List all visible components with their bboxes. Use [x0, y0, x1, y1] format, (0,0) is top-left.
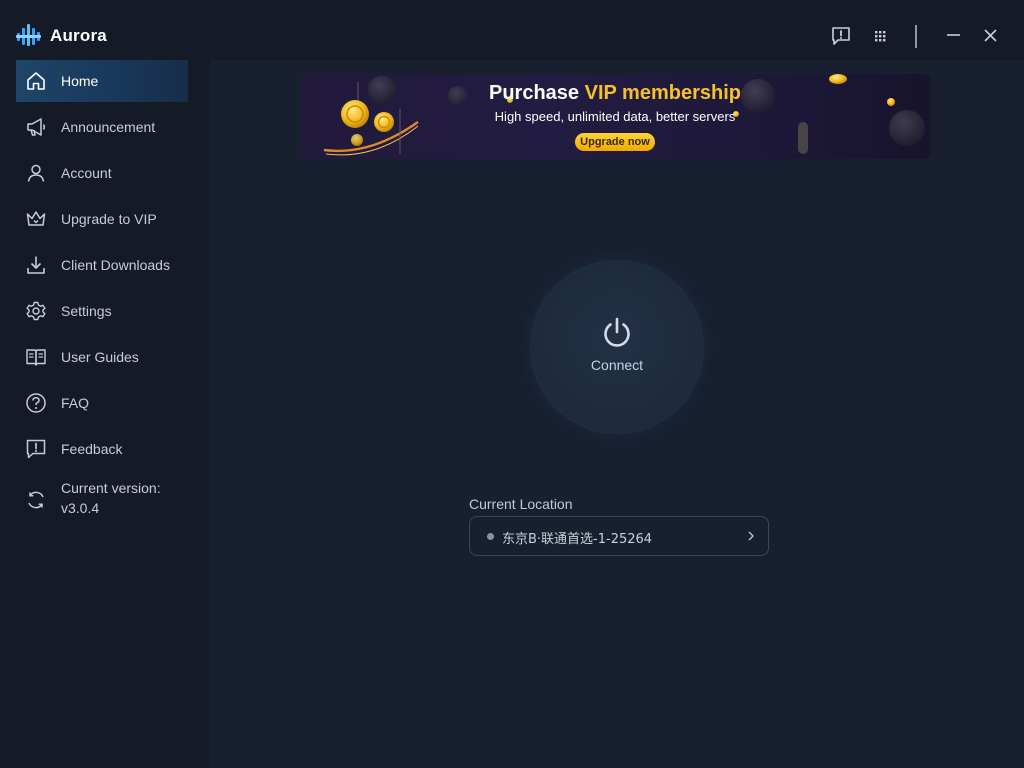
sidebar-item-home[interactable]: Home: [16, 60, 188, 102]
app-title: Aurora: [50, 26, 107, 45]
location-status-dot: [487, 533, 494, 540]
sidebar-item-account[interactable]: Account: [16, 152, 188, 194]
user-icon: [27, 164, 45, 182]
sidebar-item-user-guides[interactable]: User Guides: [16, 336, 188, 378]
version-info: Current version: v3.0.4: [16, 478, 188, 522]
home-icon: [27, 72, 45, 90]
sidebar-item-label: Upgrade to VIP: [61, 211, 157, 227]
download-icon: [27, 256, 45, 274]
sidebar-item-label: User Guides: [61, 349, 139, 365]
chevron-right-icon: [748, 531, 754, 541]
close-icon[interactable]: [980, 25, 1002, 47]
refresh-icon: [28, 491, 44, 509]
apps-grid-icon[interactable]: [869, 25, 891, 47]
banner-subtitle: High speed, unlimited data, better serve…: [494, 109, 736, 124]
feedback-icon: [26, 439, 46, 459]
sidebar: Home Announcement Account Upgrade to VIP…: [0, 60, 210, 768]
sidebar-item-upgrade-vip[interactable]: Upgrade to VIP: [16, 198, 188, 240]
aurora-logo-icon: [16, 24, 41, 46]
sidebar-item-label: FAQ: [61, 395, 90, 411]
help-icon: [26, 393, 46, 413]
sidebar-item-label: Account: [61, 165, 112, 181]
sidebar-item-label: Announcement: [61, 119, 156, 135]
crown-icon: [26, 211, 46, 226]
title-bar: Aurora: [0, 0, 1024, 60]
sidebar-item-settings[interactable]: Settings: [16, 290, 188, 332]
book-icon: [26, 349, 46, 366]
banner-title: Purchase VIP membership: [300, 82, 930, 105]
sidebar-item-faq[interactable]: FAQ: [16, 382, 188, 424]
sidebar-item-label: Client Downloads: [61, 257, 170, 273]
location-value: 东京B·联通首选-1-25264: [502, 532, 653, 547]
connect-label: Connect: [590, 357, 644, 373]
location-selector[interactable]: 东京B·联通首选-1-25264: [469, 516, 769, 556]
sidebar-item-feedback[interactable]: Feedback: [16, 428, 188, 470]
gear-icon: [26, 301, 46, 321]
sidebar-item-label: Settings: [61, 303, 112, 319]
megaphone-icon: [27, 118, 45, 136]
banner-title-accent: VIP membership: [584, 82, 741, 104]
sidebar-item-announcement[interactable]: Announcement: [16, 106, 188, 148]
sidebar-item-label: Home: [61, 73, 99, 89]
sidebar-item-label: Feedback: [61, 441, 123, 457]
sidebar-item-client-downloads[interactable]: Client Downloads: [16, 244, 188, 286]
current-location-title: Current Location: [469, 496, 573, 512]
feedback-message-icon[interactable]: [830, 25, 852, 47]
version-value: v3.0.4: [61, 500, 100, 516]
title-bar-divider: [915, 25, 917, 48]
power-icon: [604, 317, 630, 347]
version-label: Current version:: [61, 480, 161, 496]
vip-promo-banner[interactable]: Purchase VIP membership High speed, unli…: [300, 74, 930, 159]
minimize-icon[interactable]: [943, 25, 965, 47]
upgrade-now-button[interactable]: Upgrade now: [575, 133, 655, 151]
connect-button[interactable]: Connect: [532, 262, 702, 432]
banner-title-prefix: Purchase: [489, 82, 580, 104]
